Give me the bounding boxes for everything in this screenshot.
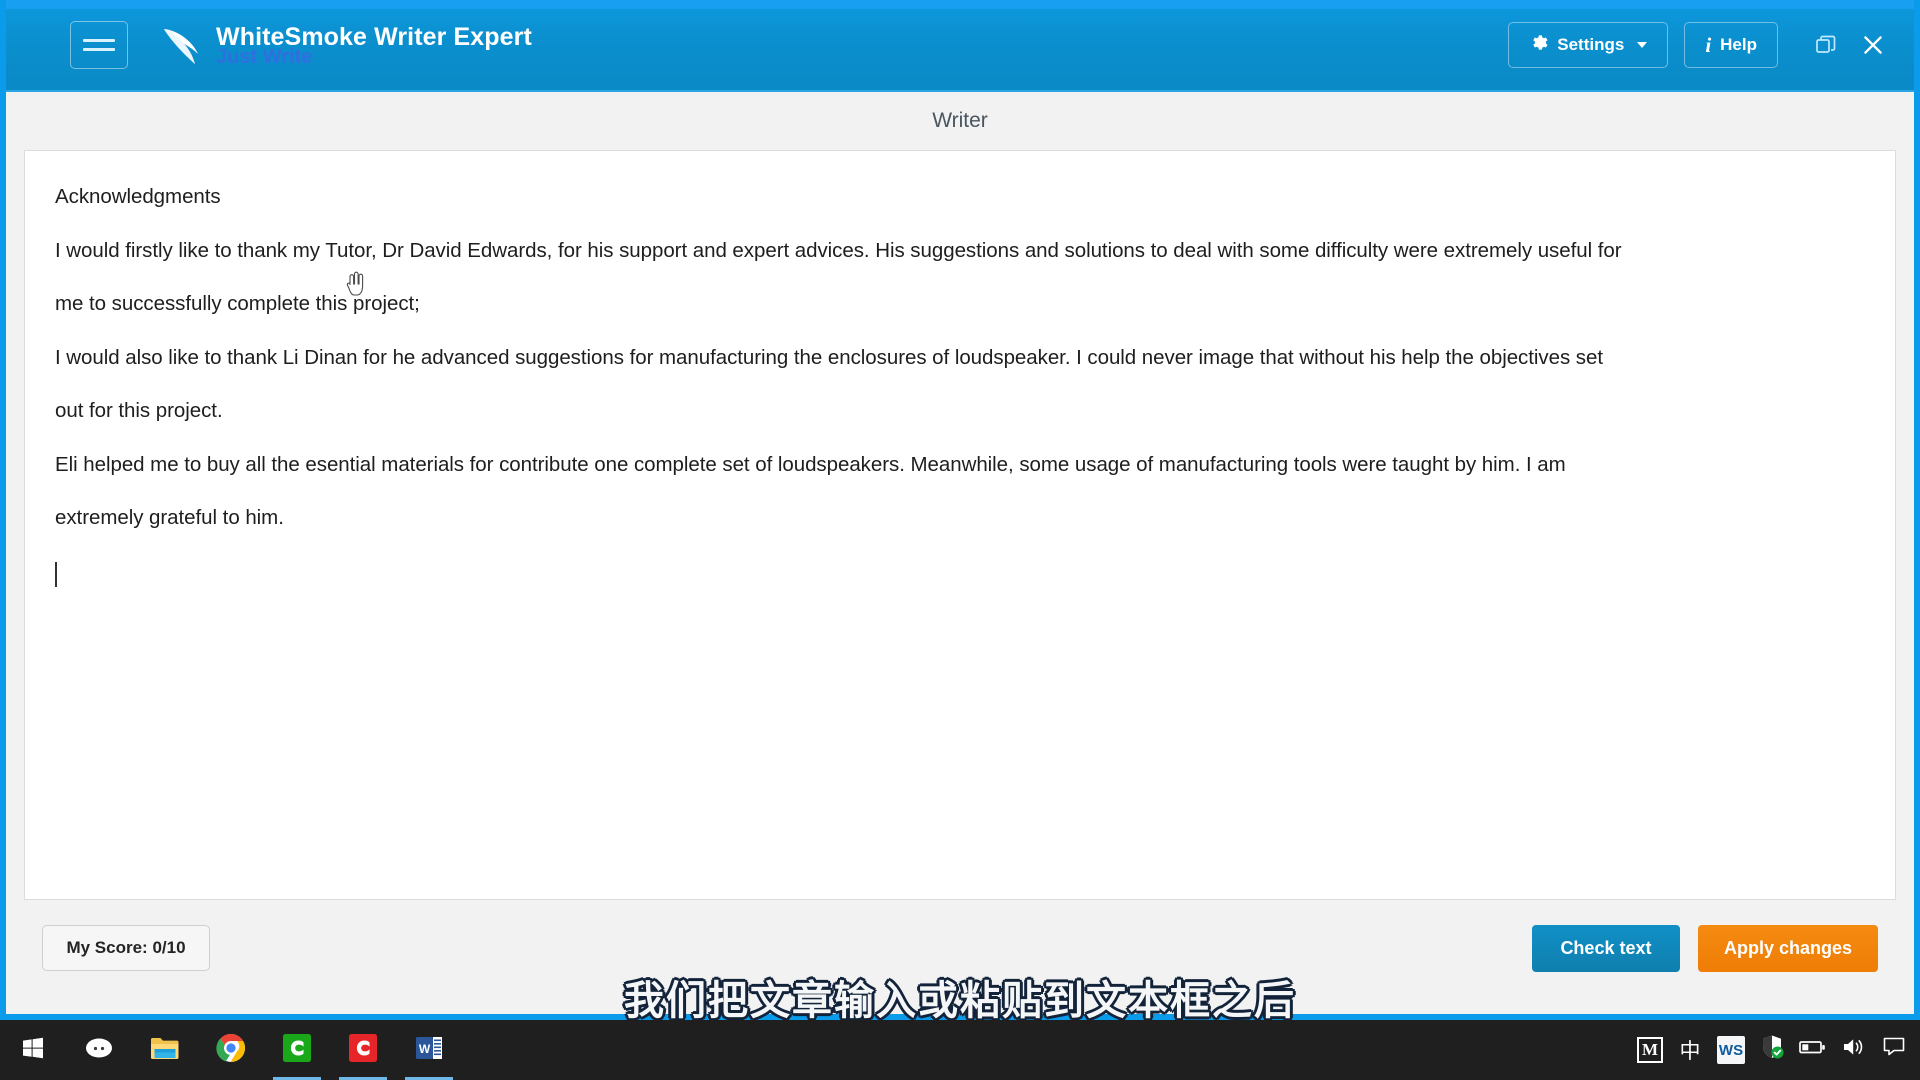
tray-item-volume[interactable] [1836,1020,1872,1080]
whitesmoke-icon: WS [1717,1036,1745,1064]
document-line: Acknowledgments [55,185,221,208]
windows-logo-icon [21,1036,45,1065]
windows-taskbar: W M 中 WS [0,1020,1920,1080]
module-header: Writer [6,90,1914,150]
document-line: out for this project. [55,399,223,422]
taskbar-item-camtasia-editor[interactable] [264,1020,330,1080]
document-line: Eli helped me to buy all the esential ma… [55,452,1566,476]
document-line: I would also like to thank Li Dinan for … [55,345,1604,369]
document-line: me to successfully complete this project… [55,292,420,315]
tray-item-m[interactable]: M [1632,1020,1668,1080]
oval-face-icon [85,1037,113,1064]
page-title: Writer [932,109,988,132]
hamburger-bar [83,39,115,42]
notification-icon [1882,1036,1906,1064]
tray-item-ime[interactable]: 中 [1672,1020,1708,1080]
svg-text:W: W [419,1042,431,1056]
close-icon[interactable] [1860,32,1886,58]
chrome-icon [216,1033,246,1068]
brand: WhiteSmoke Writer Expert Just Write [162,23,532,67]
chevron-down-icon [1637,42,1648,48]
text-editor[interactable]: Acknowledgments I would firstly like to … [24,150,1896,900]
taskbar-item-camtasia-recorder[interactable] [330,1020,396,1080]
document-line: I would firstly like to thank my Tutor, … [55,238,1622,262]
screen: WhiteSmoke Writer Expert Just Write Sett… [0,0,1920,1080]
folder-icon [150,1035,180,1066]
camtasia-green-icon [282,1033,312,1068]
info-icon: i [1705,32,1712,57]
taskbar-item-word[interactable]: W [396,1020,462,1080]
hamburger-bar [83,48,115,51]
restore-window-icon[interactable] [1814,33,1838,57]
help-label: Help [1720,35,1757,54]
whitesmoke-writer-window: WhiteSmoke Writer Expert Just Write Sett… [0,0,1920,1020]
my-score-button[interactable]: My Score: 0/10 [42,925,210,971]
tray-item-battery[interactable] [1794,1020,1832,1080]
system-tray: M 中 WS [1632,1020,1920,1080]
taskbar-items: W [0,1020,462,1080]
editor-footer: My Score: 0/10 Check text Apply changes [24,900,1896,996]
hamburger-icon[interactable] [70,21,128,69]
taskbar-item-oval[interactable] [66,1020,132,1080]
settings-label: Settings [1557,35,1625,54]
camtasia-red-icon [348,1033,378,1068]
shield-check-icon [1759,1034,1785,1066]
gear-icon [1529,33,1548,57]
feather-quill-icon [162,24,208,66]
letter-m-icon: M [1637,1037,1663,1063]
tray-item-whitesmoke[interactable]: WS [1712,1020,1750,1080]
start-button[interactable] [0,1020,66,1080]
check-text-button[interactable]: Check text [1531,924,1680,972]
tray-item-defender[interactable] [1754,1020,1790,1080]
battery-icon [1799,1038,1827,1062]
window-titlebar: WhiteSmoke Writer Expert Just Write Sett… [6,0,1914,90]
help-button[interactable]: i Help [1684,22,1778,68]
speaker-icon [1841,1036,1867,1064]
tray-item-action-center[interactable] [1876,1020,1912,1080]
taskbar-item-chrome[interactable] [198,1020,264,1080]
window-controls [1814,32,1886,58]
apply-changes-button[interactable]: Apply changes [1697,924,1878,972]
document-line: extremely grateful to him. [55,506,284,529]
editor-area: Acknowledgments I would firstly like to … [6,150,1914,1014]
text-caret [55,561,57,587]
taskbar-item-file-explorer[interactable] [132,1020,198,1080]
settings-button[interactable]: Settings [1508,22,1669,68]
word-icon: W [414,1034,444,1067]
